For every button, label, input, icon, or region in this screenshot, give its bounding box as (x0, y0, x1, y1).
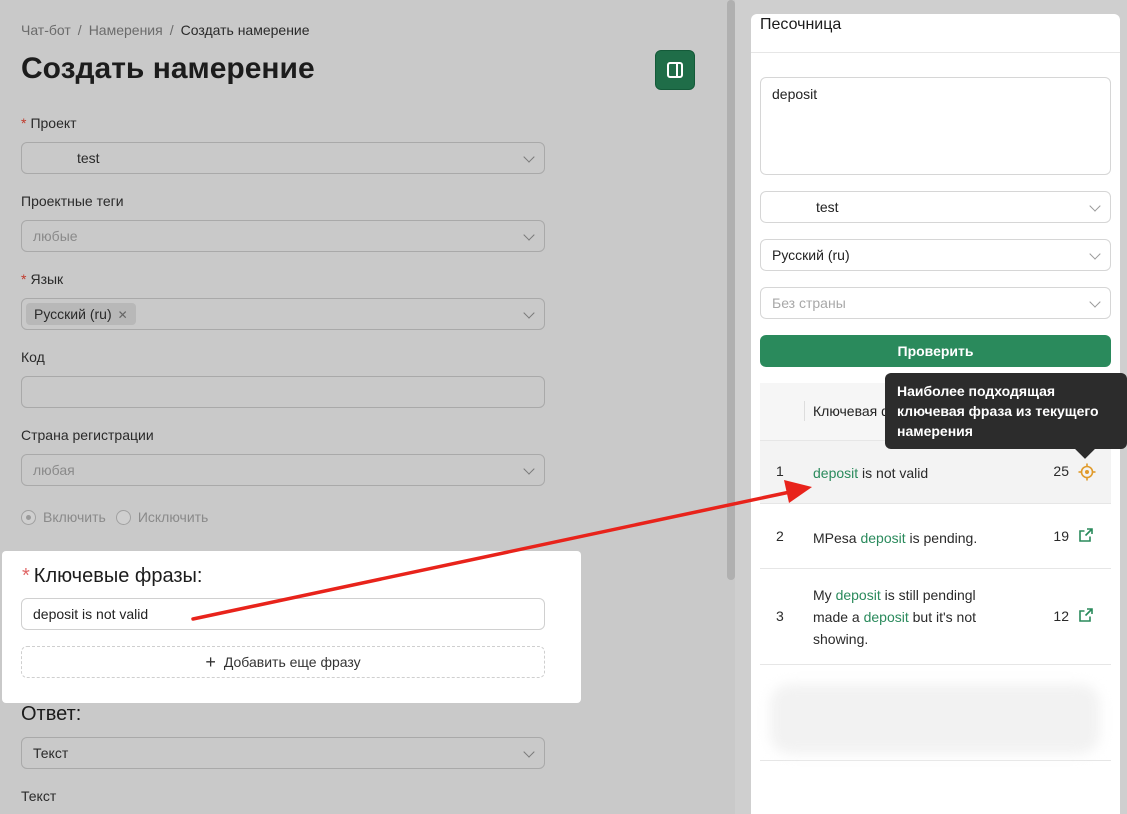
project-label: * Проект (21, 115, 77, 131)
sandbox-language-select[interactable]: Русский (ru) (760, 239, 1111, 271)
row-phrase: MPesa deposit is pending. (813, 530, 978, 546)
chevron-down-icon (523, 229, 535, 241)
chevron-down-icon (1089, 200, 1101, 212)
include-radio[interactable]: Включить (21, 509, 106, 525)
breadcrumb-separator: / (77, 22, 82, 38)
key-phrase-input[interactable]: deposit is not valid (21, 598, 545, 630)
add-phrase-button[interactable]: + Добавить еще фразу (21, 646, 545, 678)
country-label: Страна регистрации (21, 427, 154, 443)
radio-checked-icon (21, 509, 36, 525)
chevron-down-icon (523, 746, 535, 758)
include-exclude-radios: Включить Исключить (21, 509, 208, 525)
column-header-phrase: Ключевая ф (813, 403, 893, 419)
chevron-down-icon (1089, 296, 1101, 308)
table-row[interactable]: 2 MPesa deposit is pending. 19 (760, 503, 1111, 568)
key-phrases-card: * Ключевые фразы: deposit is not valid + Д… (2, 551, 581, 703)
key-phrases-title: * Ключевые фразы: (22, 565, 203, 587)
row-number: 3 (776, 608, 784, 624)
row-phrase: My deposit is still pendingl made a depos… (813, 587, 977, 647)
column-separator (804, 401, 805, 421)
project-select[interactable]: test (21, 142, 545, 174)
text-label: Текст (21, 788, 57, 804)
sandbox-project-select[interactable]: test (760, 191, 1111, 223)
chevron-down-icon (523, 151, 535, 163)
remove-tag-icon[interactable]: ✕ (118, 308, 128, 322)
code-input[interactable] (21, 376, 545, 408)
breadcrumb-current: Создать намерение (180, 22, 310, 38)
answer-type-select[interactable]: Текст (21, 737, 545, 769)
row-score: 19 (1053, 528, 1069, 544)
toggle-sandbox-button[interactable] (655, 50, 695, 90)
row-number: 2 (776, 528, 784, 544)
sandbox-title: Песочница (760, 16, 842, 33)
page-title: Создать намерение (21, 52, 315, 85)
row-number: 1 (776, 463, 784, 479)
divider (751, 52, 1120, 53)
breadcrumb-chatbot[interactable]: Чат-бот (21, 22, 71, 38)
language-label: * Язык (21, 271, 64, 287)
project-tags-label: Проектные теги (21, 193, 124, 209)
sandbox-query-textarea[interactable]: deposit (760, 77, 1111, 175)
breadcrumb-intents[interactable]: Намерения (89, 22, 163, 38)
form-scrollbar[interactable] (727, 0, 735, 580)
table-row[interactable]: 3 My deposit is still pendingl made a dep… (760, 568, 1111, 665)
side-panel-icon (667, 62, 683, 78)
sandbox-country-select[interactable]: Без страны (760, 287, 1111, 319)
country-select[interactable]: любая (21, 454, 545, 486)
chevron-down-icon (523, 463, 535, 475)
blurred-area (760, 676, 1111, 761)
breadcrumb-separator: / (169, 22, 174, 38)
project-tags-select[interactable]: любые (21, 220, 545, 252)
target-icon[interactable] (1078, 463, 1096, 481)
chevron-down-icon (1089, 248, 1101, 260)
row-score: 12 (1053, 608, 1069, 624)
row-score: 25 (1053, 463, 1069, 479)
breadcrumb: Чат-бот / Намерения / Создать намерение (21, 22, 310, 38)
radio-empty-icon (115, 509, 131, 525)
plus-icon: + (205, 652, 216, 672)
tooltip: Наиболее подходящая ключевая фраза из те… (885, 373, 1127, 459)
external-link-icon[interactable] (1079, 608, 1093, 622)
answer-heading: Ответ: (21, 703, 82, 725)
check-button[interactable]: Проверить (760, 335, 1111, 367)
language-select[interactable]: Русский (ru) ✕ (21, 298, 545, 330)
row-phrase: deposit is not valid (813, 465, 929, 481)
chevron-down-icon (523, 307, 535, 319)
language-tag: Русский (ru) ✕ (26, 303, 136, 325)
exclude-radio[interactable]: Исключить (115, 509, 208, 525)
external-link-icon[interactable] (1079, 528, 1093, 542)
code-label: Код (21, 349, 45, 365)
table-row[interactable]: 1 deposit is not valid 25 (760, 440, 1111, 503)
